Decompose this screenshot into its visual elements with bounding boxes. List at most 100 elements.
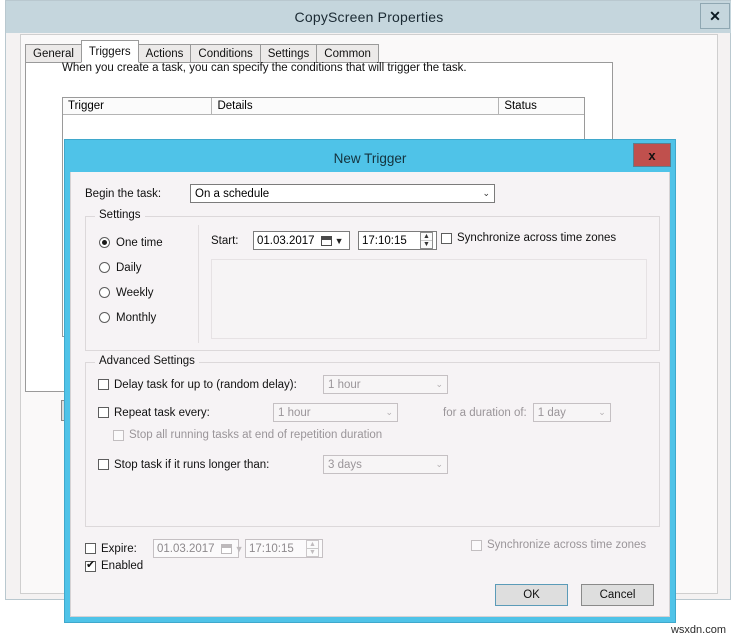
tab-triggers[interactable]: Triggers (80, 40, 139, 63)
cancel-button[interactable]: Cancel (581, 584, 654, 606)
properties-close-button[interactable]: ✕ (700, 3, 730, 29)
expire-time-field[interactable]: 17:10:15 ▲ ▼ (245, 539, 323, 558)
properties-tab-strip: General Triggers Actions Conditions Sett… (25, 40, 379, 63)
start-date-field[interactable]: 01.03.2017 ▼ (253, 231, 350, 250)
time-spinner[interactable]: ▲ ▼ (306, 540, 319, 557)
watermark: wsxdn.com (670, 624, 726, 636)
expire-sync-timezones-checkbox[interactable]: Synchronize across time zones (471, 539, 646, 551)
radio-one-time-label: One time (116, 236, 163, 249)
expire-date-value: 01.03.2017 (157, 542, 215, 555)
new-trigger-dialog: New Trigger x Begin the task: On a sched… (65, 140, 675, 622)
repeat-task-checkbox[interactable]: Repeat task every: (98, 407, 273, 419)
chevron-down-icon: ⌄ (435, 459, 443, 469)
start-row: Start: 01.03.2017 ▼ 17:10:15 ▲ ▼ (211, 231, 437, 250)
spinner-down-icon[interactable]: ▼ (307, 549, 318, 556)
begin-task-select[interactable]: On a schedule ⌄ (190, 184, 495, 203)
time-spinner[interactable]: ▲ ▼ (420, 232, 433, 249)
delay-task-select[interactable]: 1 hour ⌄ (323, 375, 448, 394)
expire-sync-timezones-label: Synchronize across time zones (487, 539, 647, 551)
delay-task-label: Delay task for up to (random delay): (114, 378, 297, 391)
triggers-table-header: Trigger Details Status (63, 98, 584, 115)
repeat-interval-select[interactable]: 1 hour ⌄ (273, 403, 398, 422)
settings-divider (198, 225, 199, 343)
radio-daily-label: Daily (116, 261, 142, 274)
tab-settings[interactable]: Settings (259, 44, 318, 63)
column-header-status[interactable]: Status (499, 98, 584, 115)
repeat-duration-value: 1 day (537, 406, 566, 419)
dialog-title: New Trigger (333, 151, 407, 166)
start-sync-timezones-checkbox[interactable]: Synchronize across time zones (441, 232, 616, 244)
stop-task-longer-select[interactable]: 3 days ⌄ (323, 455, 448, 474)
checkbox-indicator (98, 407, 109, 418)
delay-task-value: 1 hour (328, 378, 361, 391)
column-header-details[interactable]: Details (212, 98, 500, 115)
chevron-down-icon: ▼ (234, 543, 244, 554)
chevron-down-icon: ⌄ (385, 407, 393, 417)
radio-daily-indicator (99, 262, 110, 273)
stop-task-longer-value: 3 days (328, 458, 362, 471)
radio-daily[interactable]: Daily (99, 255, 197, 280)
repeat-task-label: Repeat task every: (114, 406, 210, 419)
checkbox-indicator (85, 559, 96, 572)
begin-task-value: On a schedule (195, 187, 270, 200)
properties-titlebar: CopyScreen Properties (6, 1, 731, 33)
ok-button[interactable]: OK (495, 584, 568, 606)
radio-monthly-label: Monthly (116, 311, 157, 324)
chevron-down-icon: ⌄ (482, 188, 490, 198)
checkbox-indicator (441, 232, 452, 244)
dialog-close-button[interactable]: x (633, 143, 671, 167)
checkbox-indicator (98, 379, 109, 390)
stop-task-longer-checkbox[interactable]: Stop task if it runs longer than: (98, 459, 323, 471)
properties-window-title: CopyScreen Properties (294, 9, 444, 25)
chevron-down-icon: ⌄ (598, 407, 606, 417)
radio-weekly[interactable]: Weekly (99, 280, 197, 305)
expire-date-field[interactable]: 01.03.2017 ▼ (153, 539, 243, 558)
checkbox-indicator (113, 429, 124, 441)
enabled-checkbox[interactable]: Enabled (85, 559, 144, 572)
radio-weekly-indicator (99, 287, 110, 298)
calendar-icon (320, 235, 332, 246)
dialog-body: Begin the task: On a schedule ⌄ Settings… (70, 172, 670, 617)
dialog-button-row: OK Cancel (482, 584, 654, 606)
expire-checkbox[interactable]: Expire: (85, 543, 153, 555)
stop-task-longer-label: Stop task if it runs longer than: (114, 458, 270, 471)
advanced-settings-group: Advanced Settings Delay task for up to (… (85, 355, 660, 527)
schedule-detail-panel (211, 259, 647, 339)
start-time-value: 17:10:15 (362, 234, 407, 247)
repeat-duration-select[interactable]: 1 day ⌄ (532, 403, 611, 422)
schedule-type-radio-group: One time Daily Weekly Monthly (99, 230, 197, 330)
expire-time-value: 17:10:15 (249, 542, 294, 555)
expire-row: Expire: 01.03.2017 ▼ 17:10:15 ▲ ▼ (85, 539, 323, 558)
radio-monthly[interactable]: Monthly (99, 305, 197, 330)
column-header-trigger[interactable]: Trigger (63, 98, 213, 115)
repeat-task-row: Repeat task every: 1 hour ⌄ for a durati… (98, 403, 611, 422)
radio-one-time[interactable]: One time (99, 230, 197, 255)
enabled-label: Enabled (101, 560, 144, 572)
settings-group-title: Settings (95, 209, 145, 221)
checkbox-indicator (471, 539, 482, 551)
radio-one-time-indicator (99, 237, 110, 248)
expire-label: Expire: (101, 542, 137, 555)
tab-actions[interactable]: Actions (137, 44, 192, 63)
settings-group: Settings One time Daily Weekly Monthly S… (85, 209, 660, 351)
start-date-value: 01.03.2017 (257, 234, 315, 247)
tab-general[interactable]: General (25, 44, 82, 63)
tab-common[interactable]: Common (316, 44, 379, 63)
begin-task-label: Begin the task: (85, 187, 162, 200)
spinner-up-icon[interactable]: ▲ (307, 541, 318, 549)
repeat-interval-value: 1 hour (278, 406, 311, 419)
start-sync-timezones-label: Synchronize across time zones (457, 232, 617, 244)
start-time-field[interactable]: 17:10:15 ▲ ▼ (358, 231, 437, 250)
checkbox-indicator (98, 459, 109, 470)
spinner-down-icon[interactable]: ▼ (421, 241, 432, 248)
calendar-icon (220, 543, 232, 554)
start-label: Start: (211, 234, 239, 247)
stop-all-running-tasks-checkbox[interactable]: Stop all running tasks at end of repetit… (113, 429, 382, 441)
chevron-down-icon: ▼ (334, 235, 344, 246)
delay-task-checkbox[interactable]: Delay task for up to (random delay): (98, 379, 323, 391)
tab-conditions[interactable]: Conditions (190, 44, 261, 63)
spinner-up-icon[interactable]: ▲ (421, 233, 432, 241)
radio-weekly-label: Weekly (116, 286, 154, 299)
begin-task-row: Begin the task: On a schedule ⌄ (85, 184, 660, 203)
screen: CopyScreen Properties ✕ General Triggers… (0, 0, 731, 638)
